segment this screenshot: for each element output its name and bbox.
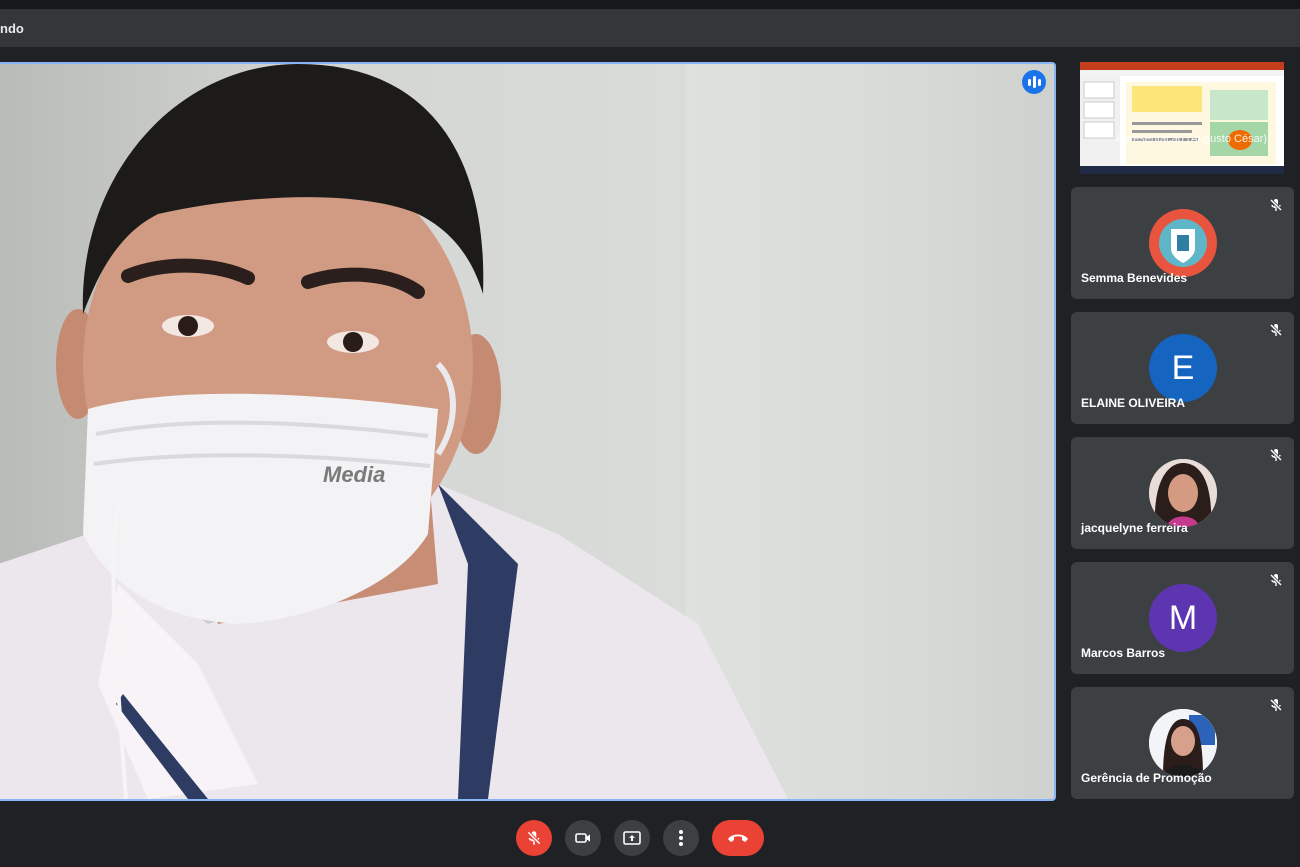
camera-toggle-button[interactable] bbox=[565, 820, 601, 856]
avatar bbox=[1149, 459, 1217, 527]
more-vert-icon bbox=[679, 830, 683, 846]
participant-name: Gerência de Promoção bbox=[1081, 771, 1212, 785]
window-title: ndo bbox=[0, 20, 24, 36]
mic-off-icon bbox=[1269, 573, 1283, 587]
presentation-name: Apresentação (Augusto César) bbox=[1116, 133, 1267, 145]
participant-name: ELAINE OLIVEIRA bbox=[1081, 396, 1186, 410]
participant-name: Semma Benevides bbox=[1081, 271, 1188, 285]
end-call-button[interactable] bbox=[712, 820, 764, 856]
presentation-tile[interactable]: Apresentação (Augusto César) bbox=[1080, 62, 1284, 174]
avatar-photo bbox=[1149, 459, 1217, 527]
call-controls bbox=[0, 805, 1300, 867]
speaker-video: Media bbox=[0, 64, 788, 799]
mic-off-icon bbox=[1269, 198, 1283, 212]
avatar-initial: E bbox=[1171, 348, 1195, 387]
avatar-initial: M bbox=[1168, 598, 1198, 637]
mic-off-icon bbox=[1269, 323, 1283, 337]
participant-tile[interactable]: M Marcos Barros bbox=[1071, 562, 1294, 674]
mask-text: Media bbox=[323, 462, 385, 487]
avatar-photo bbox=[1149, 709, 1217, 777]
present-screen-icon bbox=[623, 831, 641, 845]
camera-icon bbox=[575, 833, 590, 843]
top-strip bbox=[0, 0, 1300, 9]
participant-tile[interactable]: E ELAINE OLIVEIRA bbox=[1071, 312, 1294, 424]
more-options-button[interactable] bbox=[663, 820, 699, 856]
main-speaker-tile[interactable]: Media bbox=[0, 62, 1056, 801]
avatar bbox=[1149, 709, 1217, 777]
title-bar: ndo bbox=[0, 9, 1300, 47]
speaking-indicator-icon bbox=[1022, 70, 1046, 94]
participant-tile[interactable]: Gerência de Promoção bbox=[1071, 687, 1294, 799]
presentation-preview: Apresentação (Augusto César) bbox=[1080, 62, 1284, 174]
participant-name: Marcos Barros bbox=[1081, 646, 1166, 660]
avatar: E bbox=[1149, 334, 1217, 402]
present-screen-button[interactable] bbox=[614, 820, 650, 856]
mic-off-icon bbox=[1269, 448, 1283, 462]
end-call-icon bbox=[728, 834, 748, 842]
mic-off-icon bbox=[527, 831, 541, 845]
participant-tile[interactable]: jacquelyne ferreira bbox=[1071, 437, 1294, 549]
participant-name: jacquelyne ferreira bbox=[1081, 521, 1188, 535]
semmat-logo-icon bbox=[1159, 219, 1207, 267]
avatar: M bbox=[1149, 584, 1217, 652]
participant-tile[interactable]: Semma Benevides bbox=[1071, 187, 1294, 299]
mic-toggle-button[interactable] bbox=[516, 820, 552, 856]
avatar bbox=[1149, 209, 1217, 277]
mic-off-icon bbox=[1269, 698, 1283, 712]
